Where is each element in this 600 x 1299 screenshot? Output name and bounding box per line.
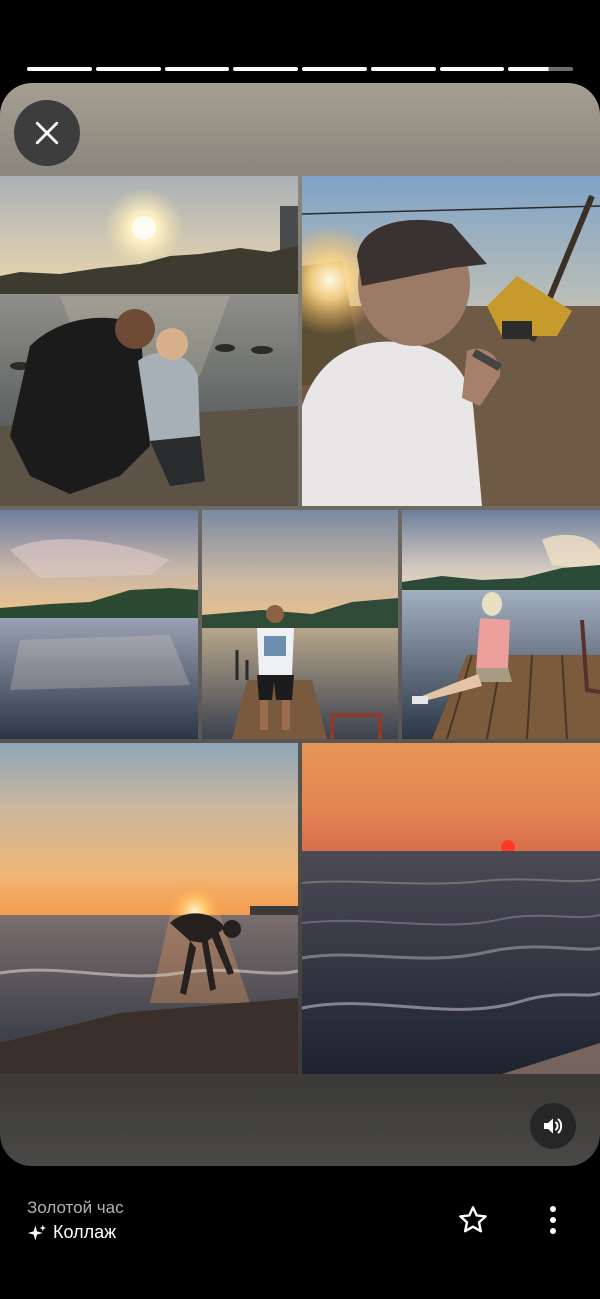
memory-title: Золотой час	[27, 1198, 124, 1217]
more-options-button[interactable]	[537, 1202, 569, 1238]
photo-man-on-pier[interactable]	[202, 510, 398, 739]
memory-subtitle: Коллаж	[27, 1222, 116, 1243]
star-icon	[459, 1206, 487, 1233]
photo-father-child-lake[interactable]	[0, 176, 298, 506]
favorite-button[interactable]	[455, 1202, 491, 1238]
close-icon	[35, 121, 59, 145]
sparkle-icon	[27, 1224, 47, 1240]
photo-lake-hills-sunset[interactable]	[0, 510, 198, 739]
progress-segment	[439, 67, 505, 71]
sound-toggle-button[interactable]	[530, 1103, 576, 1149]
photo-sunset-beach-man[interactable]	[0, 743, 298, 1074]
progress-segment	[164, 67, 230, 71]
progress-segment-current	[508, 67, 573, 71]
progress-segment	[95, 67, 161, 71]
story-progress-bar	[27, 67, 573, 71]
progress-segment	[27, 67, 92, 71]
progress-segment	[370, 67, 436, 71]
photo-woman-on-pier[interactable]	[402, 510, 600, 739]
memory-subtitle-label: Коллаж	[53, 1222, 117, 1242]
photo-sea-sunset[interactable]	[302, 743, 600, 1074]
volume-on-icon	[544, 1118, 563, 1134]
more-vert-icon	[550, 1206, 556, 1234]
progress-segment	[302, 67, 367, 71]
progress-segment	[233, 67, 298, 71]
close-button[interactable]	[14, 100, 80, 166]
photo-man-cap-sunset[interactable]	[302, 176, 600, 506]
memory-card[interactable]	[0, 83, 600, 1166]
